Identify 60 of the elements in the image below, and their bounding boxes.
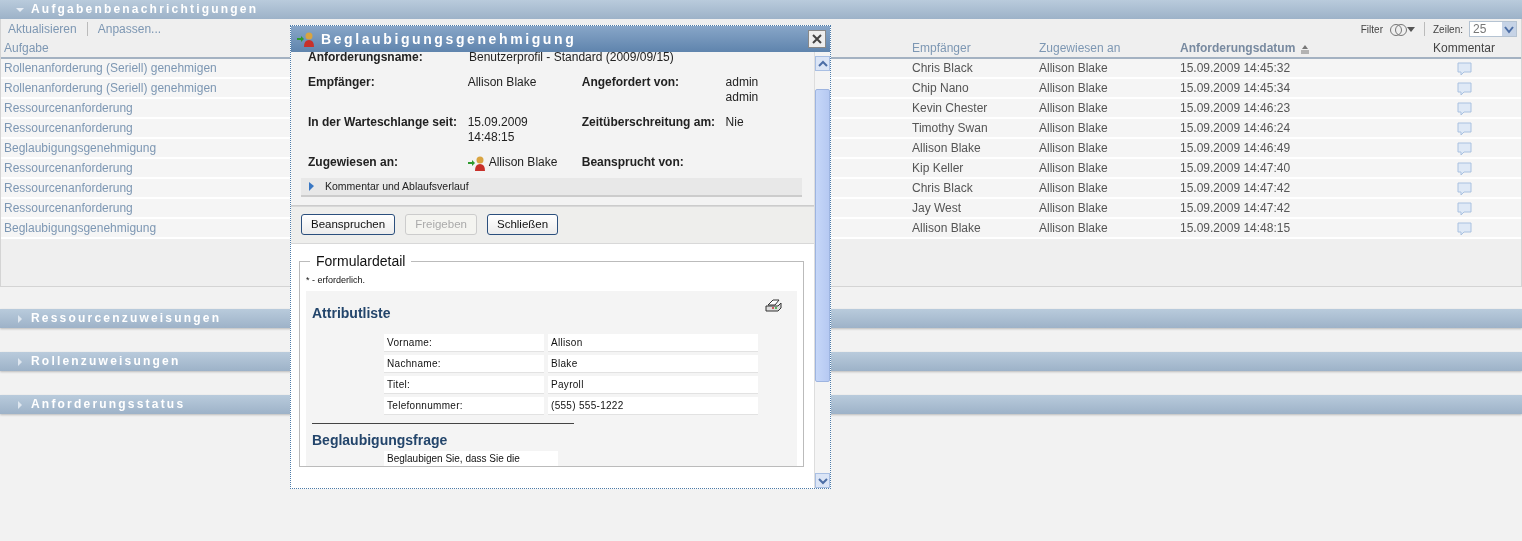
table-cell: 15.09.2009 14:45:32 [1180,61,1291,75]
field-label: Angefordert von: [581,75,681,91]
attribute-value: (555) 555-1222 [548,396,758,415]
field-label: Anforderungsname: [308,52,424,65]
table-cell: Allison Blake [1039,161,1108,175]
field-value: Nie [725,115,744,130]
table-cell: 15.09.2009 14:46:49 [1180,141,1291,155]
table-cell: Allison Blake [1039,81,1108,95]
field-value: admin admin [725,75,759,105]
table-cell: Allison Blake [1039,101,1108,115]
attribute-label: Telefonnummer: [384,396,544,415]
attribute-value: Payroll [548,375,758,394]
panel-title: Ressourcenzuweisungen [31,310,222,327]
table-cell: Allison Blake [1039,141,1108,155]
table-cell: Chris Black [912,61,973,75]
table-cell: Timothy Swan [912,121,988,135]
field-label: Empfänger: [308,75,376,91]
table-cell: 15.09.2009 14:45:34 [1180,81,1291,95]
table-cell: Allison Blake [1039,61,1108,75]
panel-title: Anforderungsstatus [31,396,186,413]
attribute-label: Nachname: [384,354,544,373]
field-label: Beansprucht von: [581,155,685,171]
attribute-label: Vorname: [384,333,544,352]
table-cell: Allison Blake [1039,121,1108,135]
table-cell: 15.09.2009 14:47:42 [1180,181,1291,195]
table-cell: 15.09.2009 14:46:24 [1180,121,1291,135]
table-cell: 15.09.2009 14:47:40 [1180,161,1291,175]
attribute-value: Blake [548,354,758,373]
section-heading: Beglaubigungsfrage [312,431,449,449]
table-cell: Chip Nano [912,81,969,95]
table-cell: Kevin Chester [912,101,988,115]
attribute-label: Titel: [384,375,544,394]
panel-title: Aufgabenbenachrichtigungen [31,1,259,18]
table-cell: Allison Blake [1039,201,1108,215]
table-cell: Allison Blake [912,141,981,155]
table-cell: Allison Blake [912,221,981,235]
table-cell: Jay West [912,201,962,215]
table-cell: Allison Blake [1039,221,1108,235]
column-header: Kommentar [1433,41,1495,55]
table-cell: 15.09.2009 14:47:42 [1180,201,1291,215]
field-label: In der Warteschlange seit: [308,115,458,131]
question-text: Beglaubigen Sie, dass Sie die [384,450,558,466]
rows-label: Zeilen: [1433,22,1463,37]
table-cell: 15.09.2009 14:48:15 [1180,221,1291,235]
field-label: Zeitüberschreitung am: [581,115,717,131]
dialog-title: Beglaubigungsgenehmigung [321,29,577,49]
field-label: Zugewiesen an: [308,155,400,171]
field-value: Allison Blake [467,75,537,90]
attribute-value: Allison [548,333,758,352]
table-cell: Chris Black [912,181,973,195]
section-heading: Attributliste [312,304,392,322]
field-value: 15.09.2009 14:48:15 [467,115,528,145]
field-value: Benutzerprofil - Standard (2009/09/15) [469,52,674,65]
field-value: Allison Blake [488,155,558,170]
filter-label: Filter [1360,22,1383,37]
required-note: * - erforderlich. [306,274,367,288]
table-cell: 15.09.2009 14:46:23 [1180,101,1291,115]
table-cell: Allison Blake [1039,181,1108,195]
panel-title: Rollenzuweisungen [31,353,181,370]
table-cell: Kip Keller [912,161,964,175]
